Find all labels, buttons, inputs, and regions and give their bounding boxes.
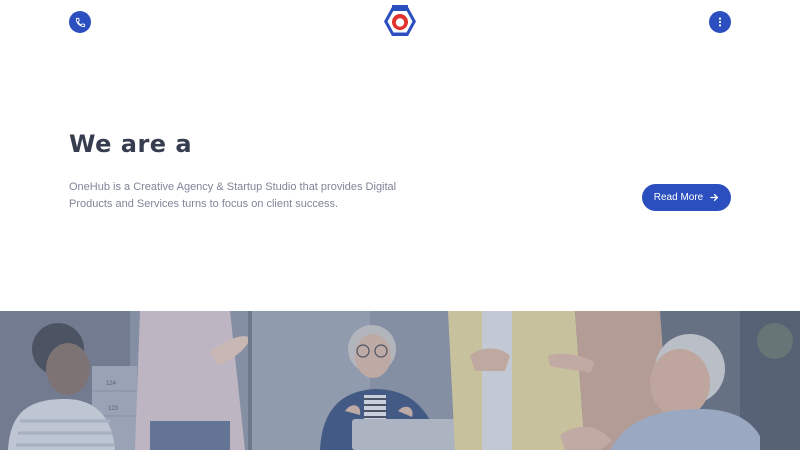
hero-description: OneHub is a Creative Agency & Startup St… — [69, 181, 397, 210]
hexagon-logo-icon[interactable] — [383, 5, 417, 38]
hero-section: We are a OneHub is a Creative Agency & S… — [0, 45, 800, 311]
hero-title: We are a — [69, 130, 193, 158]
phone-button[interactable] — [69, 11, 91, 33]
team-meeting-photo: 124 123 — [0, 311, 800, 450]
phone-icon — [75, 17, 85, 27]
kebab-menu-icon — [718, 17, 722, 27]
site-header — [0, 0, 800, 45]
menu-button[interactable] — [709, 11, 731, 33]
arrow-right-icon — [710, 193, 719, 202]
photo-scene: 124 123 — [0, 311, 800, 450]
read-more-button[interactable]: Read More — [642, 184, 731, 211]
read-more-label: Read More — [653, 192, 704, 203]
